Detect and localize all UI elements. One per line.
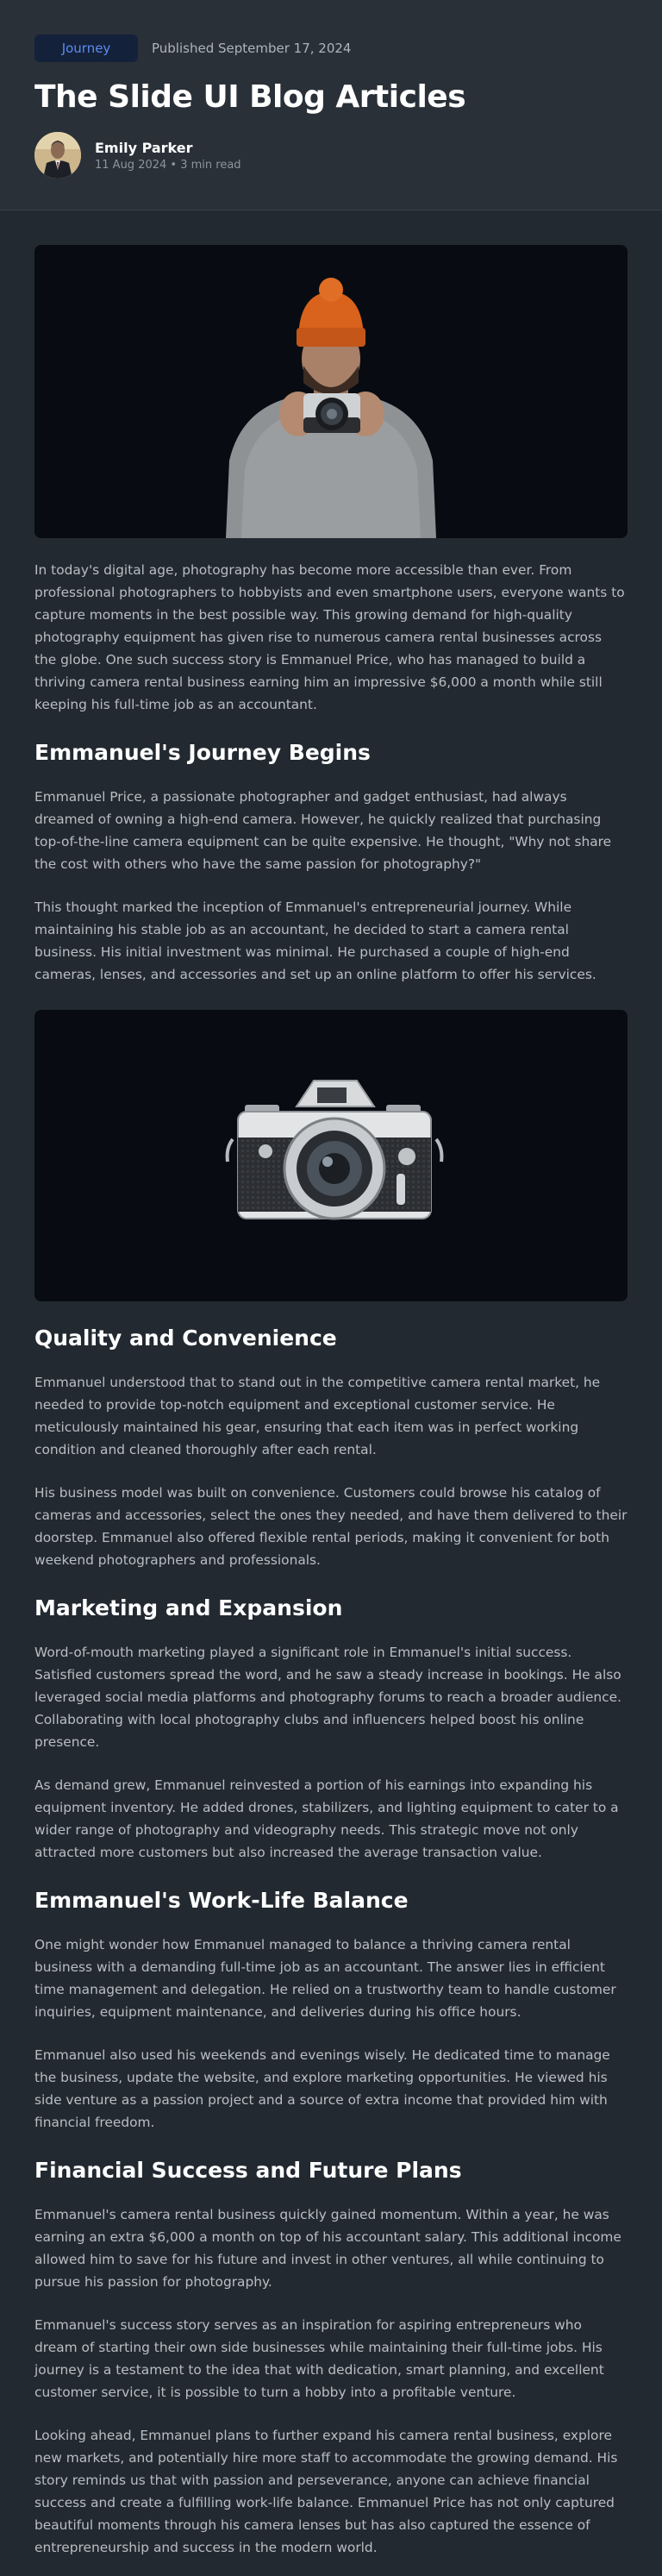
section-heading: Financial Success and Future Plans: [34, 2158, 462, 2183]
section-paragraph: Emmanuel's camera rental business quickl…: [34, 2207, 621, 2290]
section-paragraph: Emmanuel's success story serves as an in…: [34, 2317, 604, 2400]
author-text: Emily Parker 11 Aug 2024 • 3 min read: [95, 140, 241, 172]
section-paragraph: His business model was built on convenie…: [34, 1485, 628, 1568]
author-name[interactable]: Emily Parker: [95, 140, 241, 156]
section-heading: Quality and Convenience: [34, 1326, 337, 1351]
author-block: Emily Parker 11 Aug 2024 • 3 min read: [34, 132, 628, 179]
page-title: The Slide UI Blog Articles: [34, 79, 466, 115]
intro-paragraph: In today's digital age, photography has …: [34, 562, 625, 712]
hero-image-photographer: [34, 245, 628, 538]
article-body: In today's digital age, photography has …: [0, 210, 662, 2576]
section-paragraph: Word-of-mouth marketing played a signifi…: [34, 1645, 622, 1750]
author-photo: [34, 132, 81, 179]
section-paragraph: Emmanuel understood that to stand out in…: [34, 1375, 601, 1457]
article-header: Journey Published September 17, 2024 The…: [0, 0, 662, 210]
vintage-camera-image: [34, 1010, 628, 1301]
section-heading: Marketing and Expansion: [34, 1595, 343, 1620]
avatar[interactable]: [34, 132, 81, 179]
meta-row: Journey Published September 17, 2024: [34, 34, 628, 62]
section-heading: Emmanuel's Journey Begins: [34, 740, 371, 765]
section-paragraph: One might wonder how Emmanuel managed to…: [34, 1937, 616, 2020]
section-paragraph: This thought marked the inception of Emm…: [34, 899, 596, 982]
category-tag[interactable]: Journey: [34, 34, 138, 62]
published-date: Published September 17, 2024: [152, 41, 352, 56]
photographer-illustration: [34, 245, 628, 538]
section-paragraph: Emmanuel Price, a passionate photographe…: [34, 789, 612, 872]
section-paragraph: Emmanuel also used his weekends and even…: [34, 2047, 610, 2130]
section-paragraph: As demand grew, Emmanuel reinvested a po…: [34, 1777, 619, 1860]
author-meta: 11 Aug 2024 • 3 min read: [95, 158, 241, 172]
camera-illustration: [34, 1010, 628, 1301]
section-heading: Emmanuel's Work-Life Balance: [34, 1888, 409, 1913]
section-paragraph: Looking ahead, Emmanuel plans to further…: [34, 2428, 618, 2555]
